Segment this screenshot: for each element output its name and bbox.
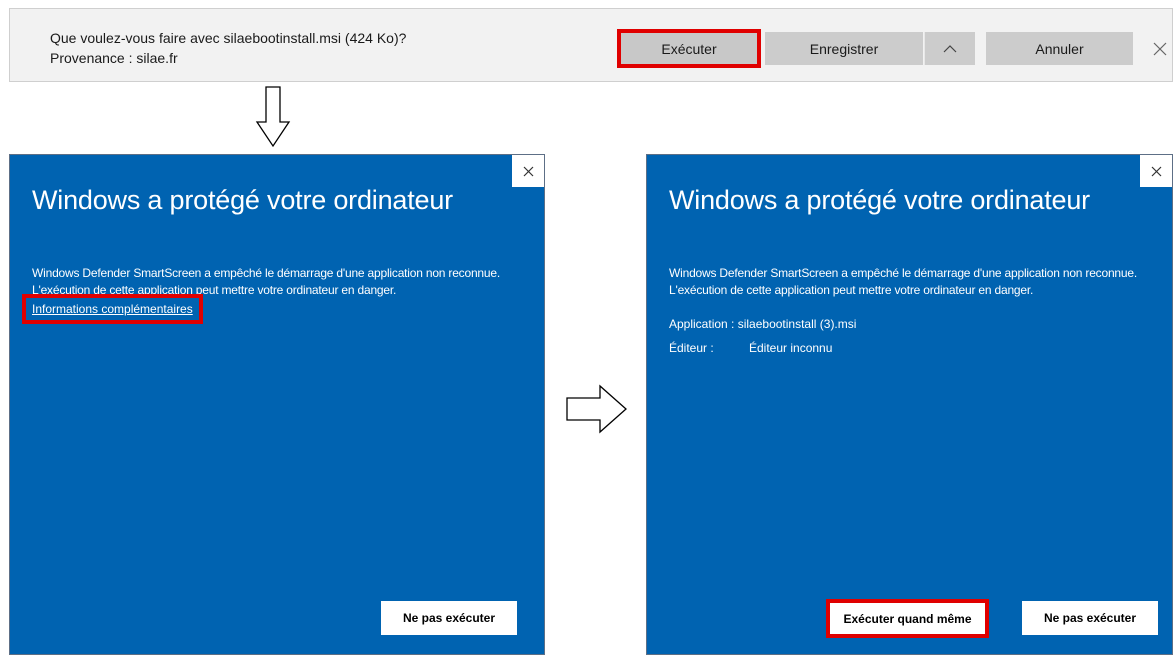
download-bar: Que voulez-vous faire avec silaebootinst… xyxy=(9,8,1173,82)
save-options-button[interactable] xyxy=(925,32,975,65)
smartscreen-dialog-expanded: Windows a protégé votre ordinateur Windo… xyxy=(646,154,1173,655)
app-label: Application : xyxy=(669,317,735,331)
run-anyway-button[interactable]: Exécuter quand même xyxy=(826,599,989,638)
close-icon xyxy=(1153,42,1167,55)
smartscreen-dialog-initial: Windows a protégé votre ordinateur Windo… xyxy=(9,154,545,655)
publisher-info-row: Éditeur : Éditeur inconnu xyxy=(669,341,832,355)
close-icon xyxy=(523,166,533,176)
arrow-right-icon xyxy=(566,384,627,434)
dismiss-download-button[interactable] xyxy=(1146,32,1173,65)
dialog-title: Windows a protégé votre ordinateur xyxy=(32,185,453,215)
dialog-title: Windows a protégé votre ordinateur xyxy=(669,185,1090,215)
run-button[interactable]: Exécuter xyxy=(617,29,761,68)
app-info-row: Application : silaebootinstall (3).msi xyxy=(669,317,856,331)
dont-run-button[interactable]: Ne pas exécuter xyxy=(381,601,517,635)
download-filename-text: Que voulez-vous faire avec silaebootinst… xyxy=(50,30,407,46)
dont-run-button[interactable]: Ne pas exécuter xyxy=(1022,601,1158,635)
arrow-down-icon xyxy=(255,86,291,148)
dialog-close-button[interactable] xyxy=(1140,155,1172,187)
download-message: Que voulez-vous faire avec silaebootinst… xyxy=(50,28,406,68)
publisher-value: Éditeur inconnu xyxy=(749,341,833,355)
app-value: silaebootinstall (3).msi xyxy=(737,317,857,331)
dialog-close-button[interactable] xyxy=(512,155,544,187)
close-icon xyxy=(1151,166,1161,176)
publisher-label: Éditeur : xyxy=(669,341,714,355)
cancel-button[interactable]: Annuler xyxy=(986,32,1133,65)
download-source-text: Provenance : silae.fr xyxy=(50,50,178,66)
more-info-link[interactable]: Informations complémentaires xyxy=(22,294,203,324)
more-info-link-label: Informations complémentaires xyxy=(32,302,193,316)
save-button[interactable]: Enregistrer xyxy=(765,32,923,65)
chevron-up-icon xyxy=(943,44,957,52)
dialog-warning-text: Windows Defender SmartScreen a empêché l… xyxy=(669,266,1137,297)
